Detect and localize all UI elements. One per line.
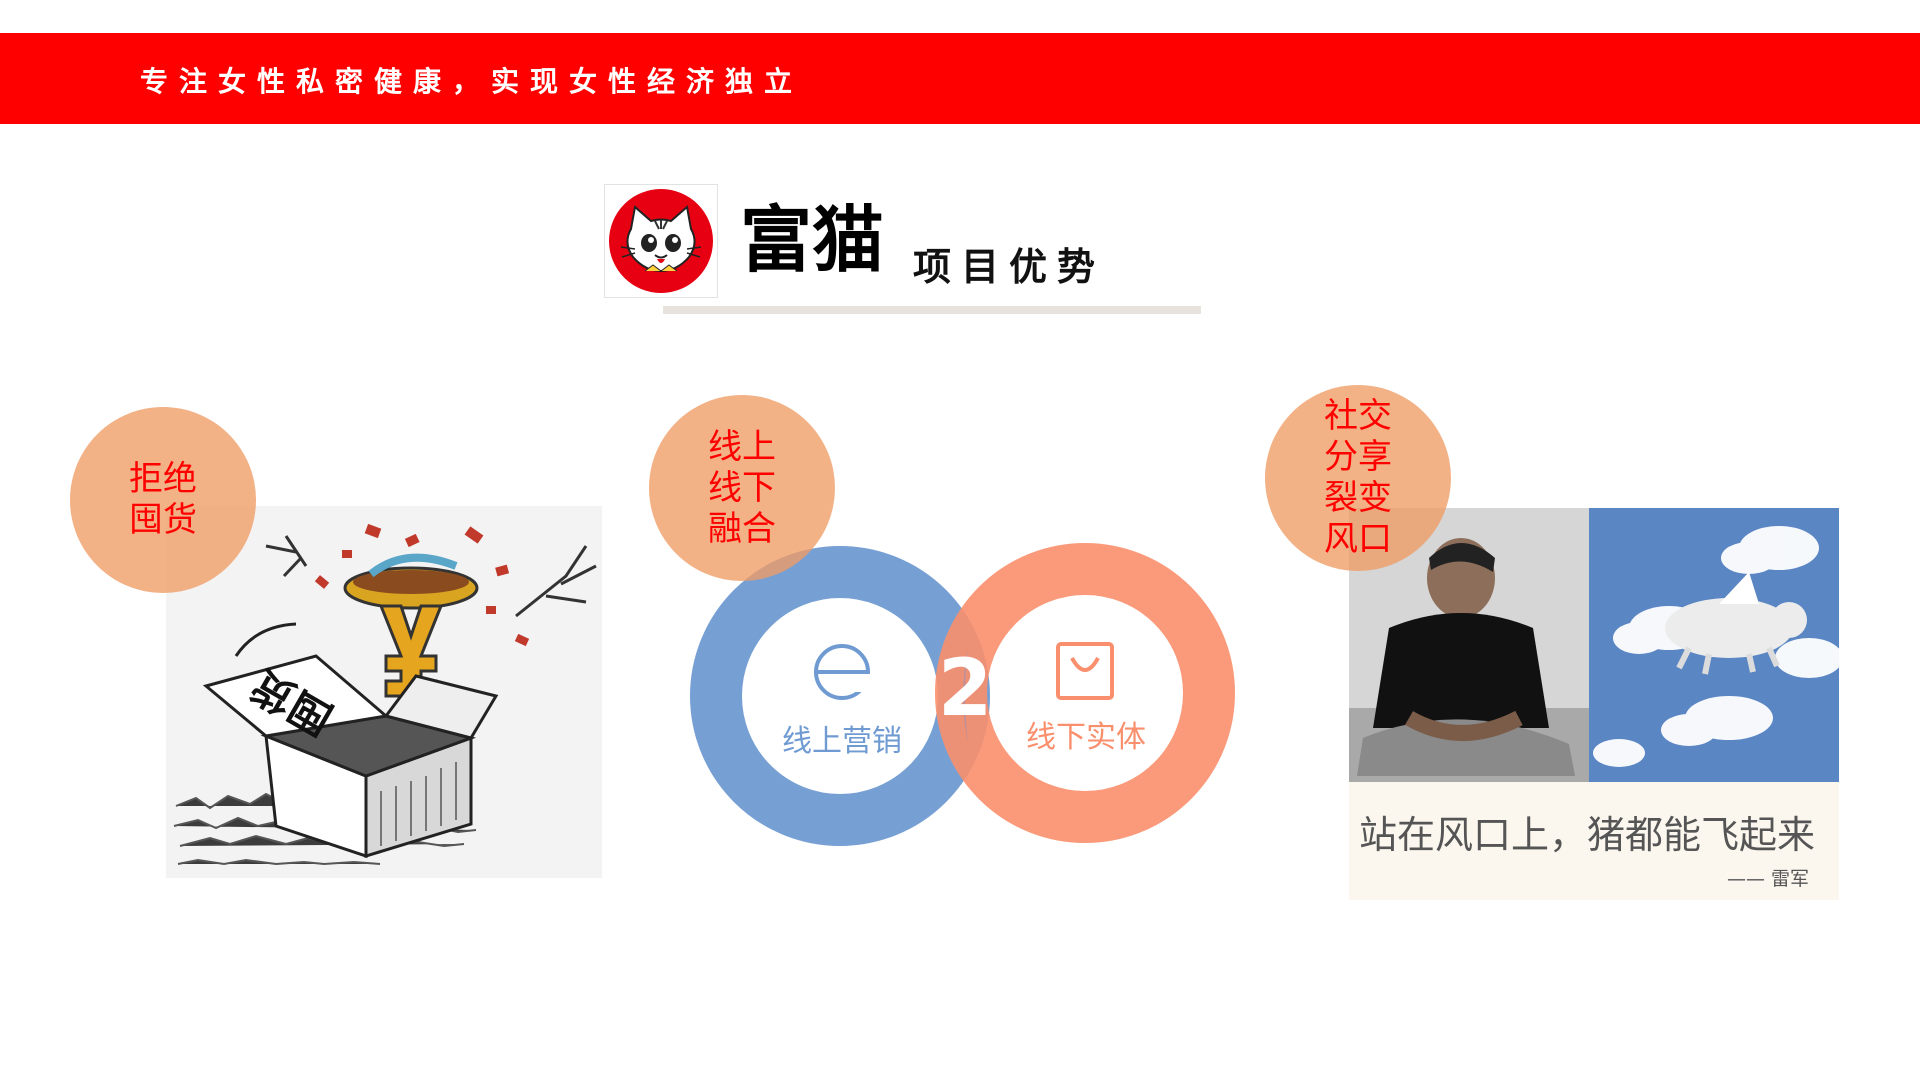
brand-name: 富猫	[740, 197, 885, 282]
brand-subtitle: 项目优势	[913, 244, 1106, 289]
online-marketing-label: 线上营销	[782, 724, 902, 759]
title-underline	[663, 306, 1201, 314]
offline-store-label: 线下实体	[1026, 720, 1146, 755]
quote-text: 站在风口上，猪都能飞起来	[1359, 813, 1816, 857]
bubble-o2o: 线上 线下 融合	[649, 395, 835, 581]
bubble-no-hoarding: 拒绝 囤货	[70, 407, 256, 593]
quote-author: —— 雷军	[1727, 868, 1810, 890]
bubble-social: 社交 分享 裂变 风口	[1265, 385, 1451, 571]
banner-slogan: 专注女性私密健康，实现女性经济独立	[140, 65, 804, 98]
panel-social: 站在风口上，猪都能飞起来 —— 雷军	[1349, 508, 1839, 900]
cat-logo-icon	[604, 184, 718, 298]
o2o-number: 2	[938, 644, 993, 734]
slide: 专注女性私密健康，实现女性经济独立 富猫 项目优势 囤货 拒绝 囤货 线上营销 …	[0, 0, 1920, 1080]
shopping-bag-icon	[1056, 642, 1114, 700]
e-icon	[814, 644, 872, 700]
